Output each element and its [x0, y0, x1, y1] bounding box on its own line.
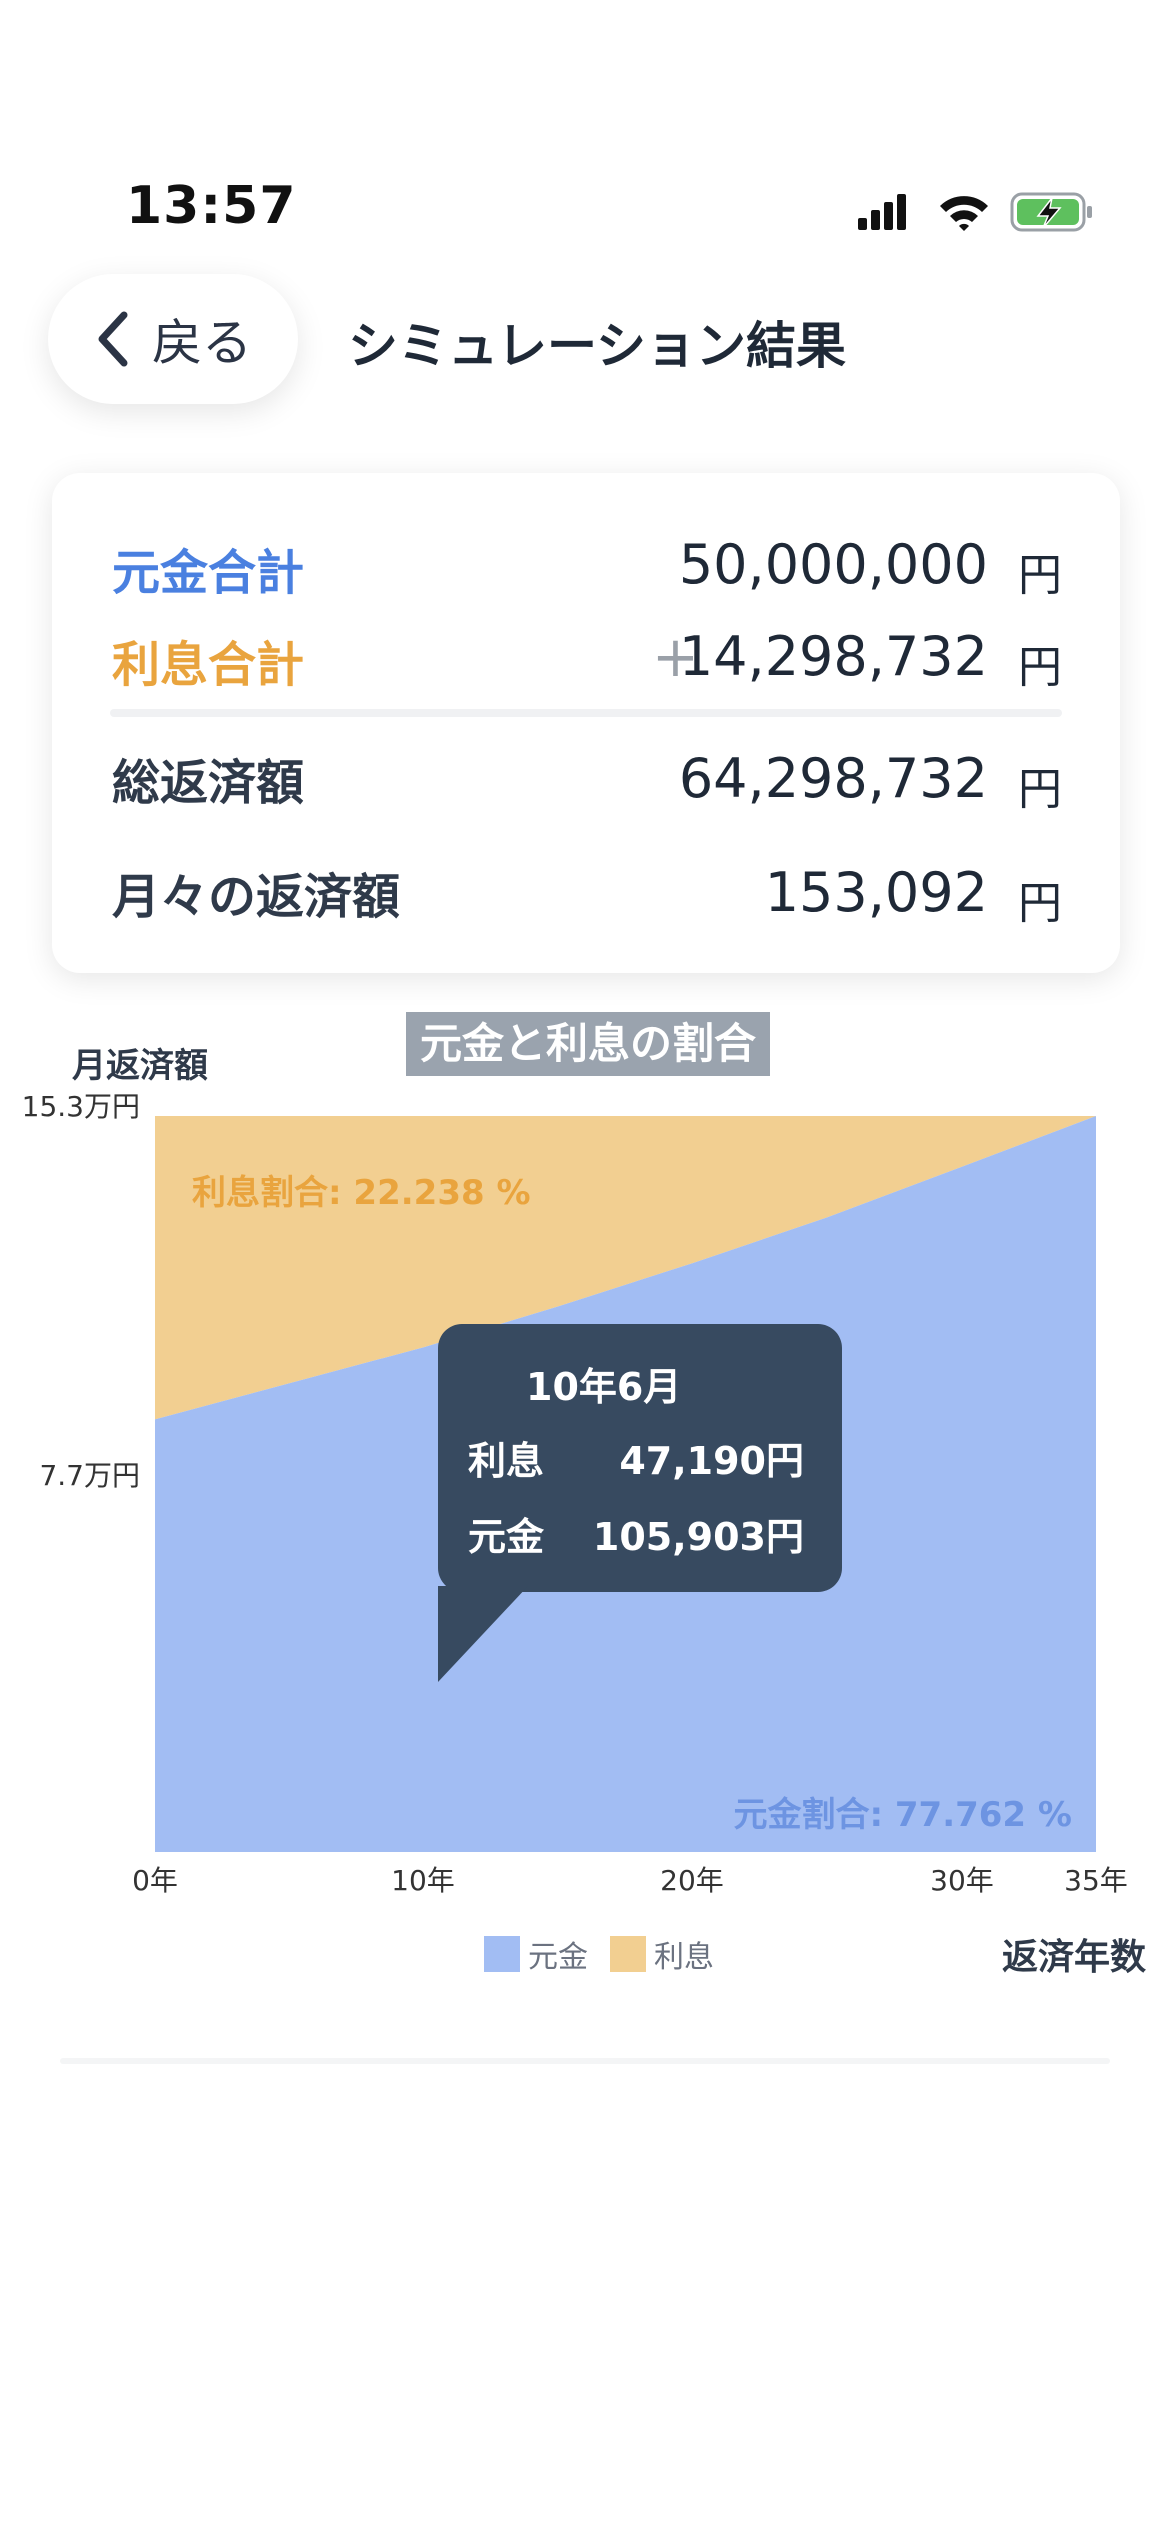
grand-total-value: 64,298,732 — [678, 747, 988, 810]
interest-ratio-label: 利息割合: 22.238 % — [192, 1173, 531, 1213]
tooltip-principal-label: 元金 — [468, 1515, 545, 1559]
tooltip-interest-value: 47,190円 — [619, 1439, 804, 1483]
legend-label-principal: 元金 — [528, 1940, 588, 1975]
chart-tooltip: 10年6月 利息 47,190円 元金 105,903円 — [438, 1324, 842, 1592]
back-button[interactable]: 戻る — [48, 274, 298, 404]
monthly-payment-unit: 円 — [1018, 878, 1062, 929]
status-time: 13:57 — [126, 176, 297, 236]
status-icons — [858, 192, 1092, 232]
grand-total-label: 総返済額 — [112, 755, 305, 811]
summary-divider — [110, 709, 1062, 717]
legend-swatch-interest — [610, 1936, 646, 1972]
x-tick-label: 35年 — [1064, 1864, 1128, 1897]
interest-total-label: 利息合計 — [112, 637, 305, 693]
section-divider — [60, 2058, 1110, 2064]
x-tick-label: 0年 — [132, 1864, 178, 1897]
monthly-payment-label: 月々の返済額 — [112, 869, 401, 925]
legend-item-interest[interactable]: 利息 — [610, 1932, 714, 1976]
x-tick-label: 10年 — [391, 1864, 455, 1897]
summary-card: 元金合計 50,000,000 円 利息合計 + 14,298,732 円 総返… — [52, 473, 1120, 973]
wifi-icon — [940, 196, 988, 231]
principal-total-value: 50,000,000 — [678, 533, 988, 596]
principal-total-unit: 円 — [1018, 550, 1062, 601]
x-tick-label: 20年 — [660, 1864, 724, 1897]
interest-total-value: 14,298,732 — [678, 625, 988, 688]
legend-label-interest: 利息 — [654, 1940, 714, 1975]
interest-total-unit: 円 — [1018, 642, 1062, 693]
tooltip-date: 10年6月 — [526, 1365, 682, 1409]
signal-icon — [858, 194, 906, 230]
principal-ratio-label: 元金割合: 77.762 % — [733, 1795, 1072, 1835]
chart-legend: 元金 利息 — [484, 1932, 714, 1976]
x-tick-label: 30年 — [930, 1864, 994, 1897]
principal-total-label: 元金合計 — [112, 545, 305, 601]
chart-title: 元金と利息の割合 — [406, 1012, 771, 1076]
legend-item-principal[interactable]: 元金 — [484, 1932, 588, 1976]
x-axis-title: 返済年数 — [1002, 1937, 1147, 1978]
chevron-left-icon — [98, 311, 128, 367]
page-title: シミュレーション結果 — [348, 317, 846, 375]
y-tick-label: 7.7万円 — [39, 1459, 140, 1492]
back-label: 戻る — [152, 314, 252, 372]
tooltip-principal-value: 105,903円 — [592, 1515, 804, 1559]
grand-total-unit: 円 — [1018, 764, 1062, 815]
y-tick-label: 15.3万円 — [22, 1090, 140, 1123]
monthly-payment-value: 153,092 — [764, 861, 988, 924]
tooltip-tail — [438, 1586, 528, 1682]
battery-charging-icon — [1010, 192, 1092, 232]
tooltip-interest-label: 利息 — [468, 1439, 545, 1483]
legend-swatch-principal — [484, 1936, 520, 1972]
